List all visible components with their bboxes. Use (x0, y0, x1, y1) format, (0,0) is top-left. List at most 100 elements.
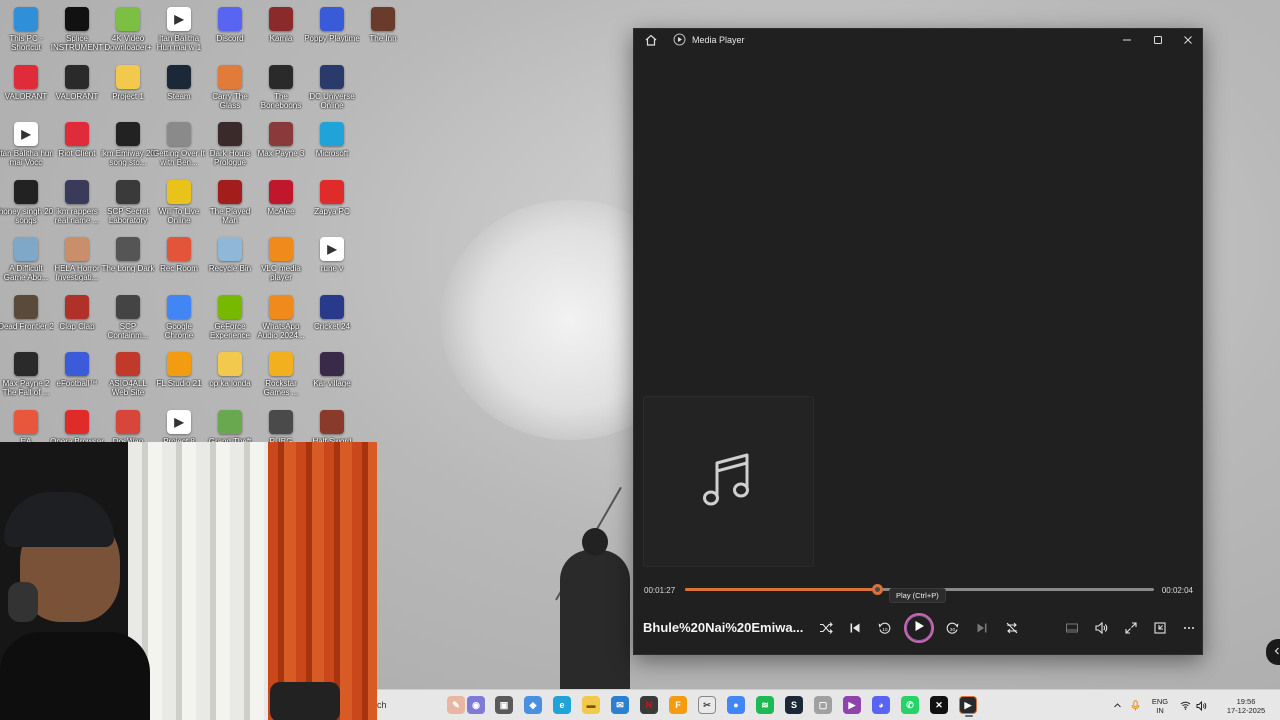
show-hidden-icons-button[interactable] (1110, 690, 1124, 720)
widgets-edge-button[interactable] (1266, 639, 1280, 665)
taskbar-media-player-icon[interactable]: ▶ (959, 696, 977, 717)
wallpaper-person (560, 528, 630, 690)
clock[interactable]: 19:56 17-12-2025 (1216, 690, 1276, 720)
next-button[interactable] (971, 617, 993, 639)
repeat-button[interactable] (1001, 617, 1023, 639)
desktop-icon[interactable]: Kar village (306, 348, 358, 404)
taskbar-netflix-icon[interactable]: N (640, 696, 658, 714)
language-code: ENG (1151, 696, 1169, 706)
taskbar: ch ✎ ◉ ▣ ◆ e ▬ ✉ N F ✂ ● ≋ S ▢ ▶ ◕ ✆ ✕ ▶… (377, 689, 1280, 720)
taskbar-task-view-icon[interactable]: ▣ (495, 696, 513, 714)
desktop-icon-label: A Difficult Game Abo... (3, 264, 49, 282)
compact-overlay-button[interactable] (1149, 617, 1171, 639)
forward-30-button[interactable]: 30 (942, 617, 964, 639)
desktop-icon[interactable]: SCP Containm... (102, 291, 154, 347)
desktop-icon[interactable]: Project 1 (102, 61, 154, 117)
desktop-icon[interactable]: Splice INSTRUMENT (51, 3, 103, 59)
desktop-icon[interactable]: Rockstar Games ... (255, 348, 307, 404)
desktop-icon[interactable]: The Long Dark (102, 233, 154, 289)
desktop-icon[interactable]: ▶ Itan Balitha hun mai Vocc (0, 118, 54, 174)
taskbar-steam-icon[interactable]: S (785, 696, 803, 714)
desktop-icon[interactable]: Rec Room (153, 233, 205, 289)
desktop-icon[interactable]: FL Studio 21 (153, 348, 205, 404)
desktop-icon[interactable]: HELA Horror Investigati... (51, 233, 103, 289)
desktop-icon[interactable]: Steam (153, 61, 205, 117)
previous-button[interactable] (844, 617, 866, 639)
desktop-icon[interactable]: Carry The Glass (204, 61, 256, 117)
desktop-icon[interactable]: Dead Frontier 2 (0, 291, 54, 347)
desktop-icon[interactable]: Kamla (255, 3, 307, 59)
desktop-icon[interactable]: Max Payne 2 The Fall of ... (0, 348, 52, 404)
language-indicator[interactable]: ENG IN (1148, 690, 1172, 720)
shuffle-button[interactable] (815, 617, 837, 639)
desktop-icon[interactable]: ▶ rune v (306, 233, 358, 289)
maximize-button[interactable] (1143, 29, 1173, 51)
desktop-icon[interactable]: op ka londa (204, 348, 256, 404)
desktop-icon[interactable]: Cricket 24 (306, 291, 358, 347)
taskbar-chrome-icon[interactable]: ● (727, 696, 745, 714)
desktop-icon[interactable]: ASIO4ALL Web Site (102, 348, 154, 404)
taskbar-widgets-icon[interactable]: ◉ (467, 696, 485, 714)
play-button[interactable] (904, 613, 934, 643)
desktop-icon[interactable]: ▶ Itan Balitha Hun mai w 1 (153, 3, 205, 59)
desktop-icon[interactable]: Google Chrome (153, 291, 205, 347)
desktop-icon[interactable]: This PC - Shortcut (0, 3, 52, 59)
taskbar-edge-icon[interactable]: e (553, 696, 571, 714)
desktop-icon[interactable]: ikm Emiway 20 song sto... (101, 118, 155, 174)
wifi-icon[interactable] (1178, 690, 1192, 720)
taskbar-discord-icon[interactable]: ◕ (872, 696, 890, 714)
desktop-icon[interactable]: ikm rappers real name ... (51, 176, 103, 232)
desktop-icon[interactable]: Poppy Playtime (304, 3, 360, 59)
miniplayer-button[interactable] (1061, 617, 1083, 639)
taskbar-copilot-app-icon[interactable]: ◆ (524, 696, 542, 714)
taskbar-search-box[interactable]: ch (377, 694, 439, 716)
minimize-button[interactable] (1112, 29, 1142, 51)
desktop-icon[interactable]: honey singh 20 songs (0, 176, 53, 232)
desktop-icon[interactable]: DC Universe Online (306, 61, 358, 117)
desktop-icon[interactable]: The Played Man (204, 176, 256, 232)
desktop-icon[interactable]: eFootball™ (51, 348, 103, 404)
desktop-icon[interactable]: GeForce Experience (204, 291, 256, 347)
desktop-icon[interactable]: The Inn (357, 3, 409, 59)
more-options-button[interactable] (1178, 617, 1200, 639)
taskbar-whatsapp-icon[interactable]: ✆ (901, 696, 919, 714)
desktop-icon[interactable]: The Boneboons (255, 61, 307, 117)
taskbar-app-icon[interactable]: ▢ (814, 696, 832, 714)
microphone-icon[interactable] (1128, 690, 1142, 720)
taskbar-copilot-icon[interactable]: ✎ (447, 696, 465, 714)
taskbar-mail-icon[interactable]: ✉ (611, 696, 629, 714)
desktop-icon[interactable]: Discord (204, 3, 256, 59)
rewind-10-button[interactable]: 10 (873, 617, 895, 639)
seek-bar-thumb[interactable] (872, 584, 884, 595)
taskbar-capcut-icon[interactable]: ✕ (930, 696, 948, 714)
desktop-icon[interactable]: Will To Live Online (153, 176, 205, 232)
desktop-icon[interactable]: VALORANT (0, 61, 52, 117)
desktop-icon[interactable]: Recycle Bin (204, 233, 256, 289)
taskbar-spotify-icon[interactable]: ≋ (756, 696, 774, 714)
desktop-icon[interactable]: SCP Secret Laboratory (102, 176, 154, 232)
taskbar-clipchamp-icon[interactable]: ▶ (843, 696, 861, 714)
desktop-icon[interactable]: Clap Clap (51, 291, 103, 347)
desktop-icon[interactable]: Riot Client (51, 118, 103, 174)
taskbar-flstudio-icon[interactable]: F (669, 696, 687, 714)
desktop-icon[interactable]: Zapya PC (306, 176, 358, 232)
desktop-icon[interactable]: Max Payne 3 (255, 118, 307, 174)
desktop-icon[interactable]: McAfee (255, 176, 307, 232)
desktop-icon[interactable]: VLC media player (255, 233, 307, 289)
taskbar-screen-recorder-icon[interactable]: ✂ (698, 696, 716, 714)
taskbar-file-explorer-icon[interactable]: ▬ (582, 696, 600, 714)
track-title[interactable]: Bhule%20Nai%20Emiwa... (643, 620, 803, 635)
desktop-icon[interactable]: A Difficult Game Abo... (0, 233, 52, 289)
desktop-icon[interactable]: Getting Over It with Ben... (153, 118, 205, 174)
desktop-icon[interactable]: 4K Video Downloader+ (102, 3, 154, 59)
close-button[interactable] (1173, 29, 1203, 51)
volume-tray-icon[interactable] (1194, 690, 1208, 720)
desktop-icon[interactable]: WhatsApp Audio 2024... (255, 291, 307, 347)
desktop-icon[interactable]: VALORANT (51, 61, 103, 117)
home-icon[interactable] (644, 33, 658, 47)
fullscreen-button[interactable] (1120, 617, 1142, 639)
desktop-icon[interactable]: Dark Hours Prologue (204, 118, 256, 174)
volume-button[interactable] (1090, 617, 1112, 639)
desktop-icon-label: Kar village (313, 379, 351, 388)
desktop-icon[interactable]: Microsoft (306, 118, 358, 174)
